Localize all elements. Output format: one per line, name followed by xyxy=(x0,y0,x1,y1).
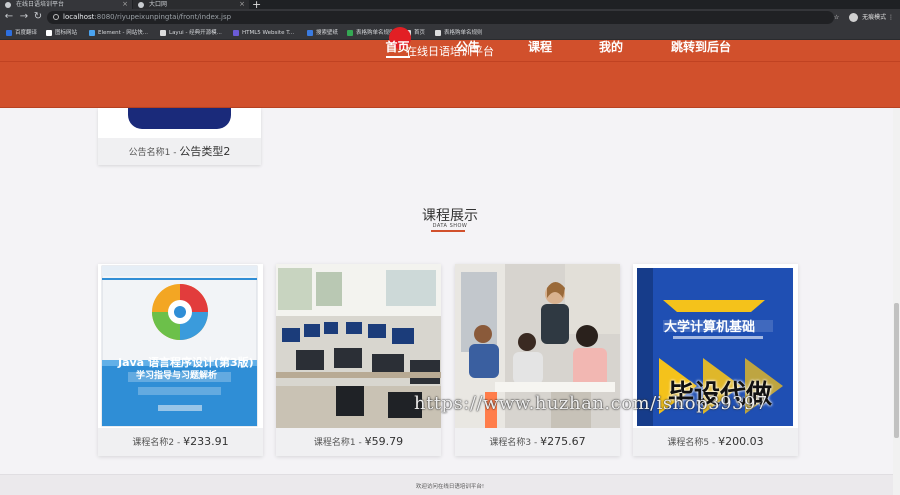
course-name: 课程名称5 xyxy=(667,438,710,448)
bookmark-item[interactable]: 表格购单名规则 xyxy=(347,29,395,38)
course-card[interactable]: 课程名称5 - ¥200.03 xyxy=(633,264,798,456)
bookmark-item[interactable]: 搜索壁纸 xyxy=(307,29,338,38)
caption-separator: - xyxy=(531,438,541,448)
course-caption: 课程名称2 - ¥233.91 xyxy=(98,435,263,448)
bookmark-icon xyxy=(46,30,52,36)
incognito-label[interactable]: 无痕模式 xyxy=(862,14,886,21)
site-header: 在线日语培训平台 xyxy=(0,40,900,108)
caption-separator: - xyxy=(174,438,184,448)
scrollbar-thumb[interactable] xyxy=(894,303,899,438)
nav-admin-link[interactable]: 跳转到后台 xyxy=(671,38,731,55)
tab-label: 大口网 xyxy=(149,1,168,8)
bookmark-label: 百度翻译 xyxy=(15,30,38,36)
page-scrollbar[interactable] xyxy=(893,108,900,495)
back-button[interactable]: ← xyxy=(3,11,15,23)
course-name: 课程名称3 xyxy=(489,438,532,448)
browser-tab[interactable]: 在线日语培训平台 × xyxy=(0,0,132,9)
section-underline xyxy=(431,230,465,232)
close-icon[interactable]: × xyxy=(122,0,128,9)
bookmark-item[interactable]: 图标网站 xyxy=(46,29,77,38)
tab-label: 在线日语培训平台 xyxy=(16,1,65,8)
notice-caption: 公告名称1 - 公告类型2 xyxy=(98,143,261,159)
bookmark-label: Layui - 经典开源模... xyxy=(169,30,222,36)
star-icon[interactable]: ☆ xyxy=(834,14,839,21)
course-name: 课程名称2 xyxy=(132,438,175,448)
course-price: ¥59.79 xyxy=(364,435,404,448)
bookmark-icon xyxy=(435,30,441,36)
bookmark-label: Element - 网站快... xyxy=(98,30,148,36)
nav-mine[interactable]: 我的 xyxy=(599,38,623,55)
notice-image[interactable] xyxy=(98,108,261,138)
course-card[interactable]: 课程名称1 - ¥59.79 xyxy=(276,264,441,456)
info-icon[interactable] xyxy=(53,14,59,20)
bookmark-item[interactable]: HTML5 Website T... xyxy=(233,29,294,38)
globe-icon xyxy=(138,2,144,8)
section-title: 课程展示 xyxy=(422,208,478,224)
course-image[interactable] xyxy=(98,264,263,428)
notice-card[interactable]: 公告名称1 - 公告类型2 xyxy=(98,108,261,165)
course-price: ¥233.91 xyxy=(183,435,229,448)
site-title: 在线日语培训平台 xyxy=(406,45,494,58)
course-caption: 课程名称1 - ¥59.79 xyxy=(276,435,441,448)
bookmark-icon xyxy=(89,30,95,36)
course-price: ¥275.67 xyxy=(540,435,586,448)
bookmark-item[interactable]: 表格购单名规则 xyxy=(435,29,483,38)
bookmark-item[interactable]: Layui - 经典开源模... xyxy=(160,29,222,38)
address-bar-row: ← → ↻ localhost:8080/riyupeixunpingtai/f… xyxy=(0,9,900,27)
course-caption: 课程名称5 - ¥200.03 xyxy=(633,435,798,448)
header-divider xyxy=(0,61,900,62)
bookmark-icon xyxy=(233,30,239,36)
globe-icon xyxy=(5,2,11,8)
bookmark-item[interactable]: 百度翻译 xyxy=(6,29,37,38)
bookmarks-bar: 百度翻译 图标网站 Element - 网站快... Layui - 经典开源模...… xyxy=(0,27,900,40)
bookmark-item[interactable]: Element - 网站快... xyxy=(89,29,148,38)
bookmark-icon xyxy=(160,30,166,36)
computer-book-title: 大学计算机基础 xyxy=(664,320,756,335)
caption-separator: - xyxy=(170,148,180,158)
caption-separator: - xyxy=(709,438,719,448)
avatar[interactable] xyxy=(849,13,859,22)
bookmark-label: 图标网站 xyxy=(55,30,78,36)
caption-separator: - xyxy=(355,438,365,448)
book-java-cover-image xyxy=(98,264,263,428)
bookmark-icon xyxy=(6,30,12,36)
menu-icon[interactable]: ⋮ xyxy=(888,14,894,21)
url-input[interactable]: localhost:8080/riyupeixunpingtai/front/i… xyxy=(47,11,834,24)
reload-button[interactable]: ↻ xyxy=(32,11,44,23)
notice-name: 公告名称1 xyxy=(128,148,171,158)
course-price: ¥200.03 xyxy=(718,435,764,448)
url-path: :8080/riyupeixunpingtai/front/index.jsp xyxy=(94,13,232,21)
course-caption: 课程名称3 - ¥275.67 xyxy=(455,435,620,448)
browser-tab[interactable]: 大口网 × xyxy=(133,0,249,9)
url-host: localhost xyxy=(63,13,95,21)
bookmark-label: 表格购单名规则 xyxy=(444,30,483,36)
footer: 欢迎访问在线日语培训平台! xyxy=(0,474,900,495)
notice-type: 公告类型2 xyxy=(179,145,231,158)
notice-image-shape xyxy=(128,108,231,129)
bookmark-label: 首页 xyxy=(414,30,426,36)
browser-tab-bar: 在线日语培训平台 × 大口网 × + xyxy=(0,0,900,11)
section-subtitle: DATA SHOW xyxy=(432,223,468,229)
bookmark-label: HTML5 Website T... xyxy=(242,30,295,36)
footer-text: 欢迎访问在线日语培训平台! xyxy=(415,484,485,490)
toolbar-right: ☆ 无痕模式 ⋮ xyxy=(834,11,894,24)
bookmark-label: 搜索壁纸 xyxy=(316,30,339,36)
nav-courses[interactable]: 课程 xyxy=(528,38,552,55)
nav-home[interactable]: 首页 xyxy=(385,38,410,55)
watermark-url: https://www.huzhan.com/ishop39397 xyxy=(414,393,768,414)
close-icon[interactable]: × xyxy=(239,0,245,9)
course-name: 课程名称1 xyxy=(313,438,356,448)
active-nav-underline xyxy=(386,56,410,58)
nav-notice[interactable]: 公告 xyxy=(456,38,480,55)
course-card[interactable]: 课程名称3 - ¥275.67 xyxy=(455,264,620,456)
forward-button[interactable]: → xyxy=(18,11,30,23)
bookmark-icon xyxy=(307,30,313,36)
java-book-subtitle: 学习指导与习题解析 xyxy=(136,371,218,381)
bookmark-icon xyxy=(347,30,353,36)
